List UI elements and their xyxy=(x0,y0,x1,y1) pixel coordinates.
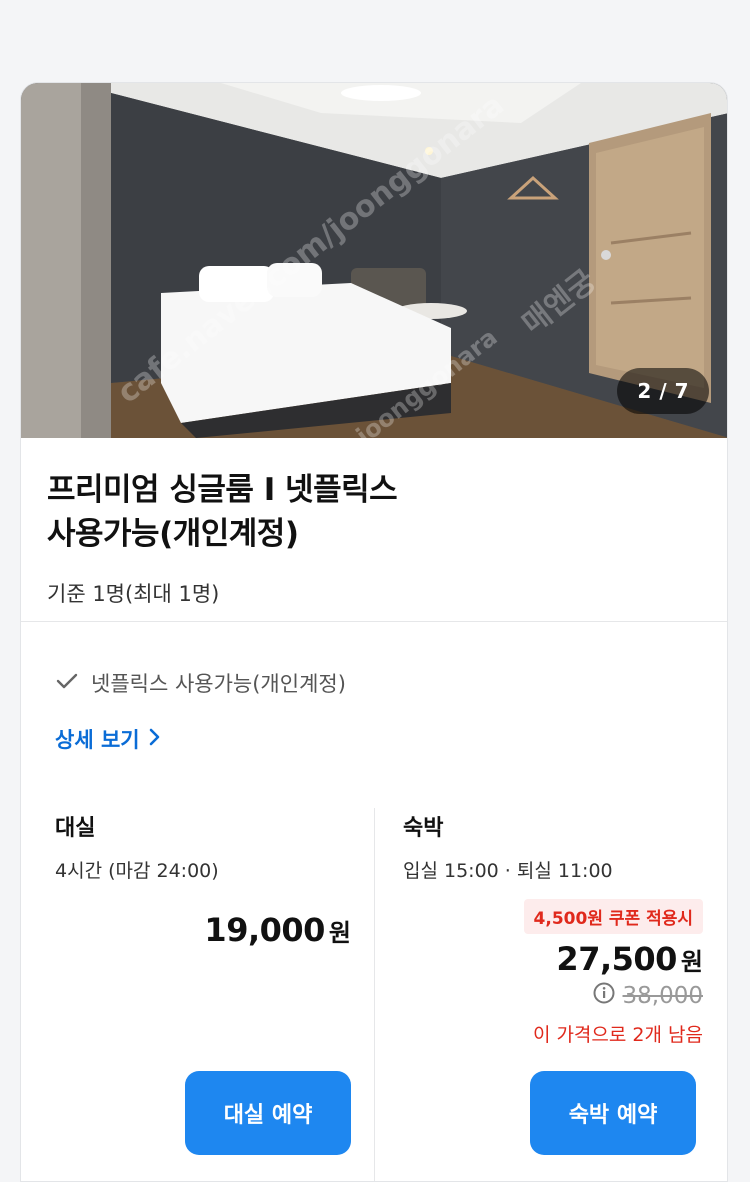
rental-title: 대실 xyxy=(55,816,96,841)
photo-counter-separator: / xyxy=(659,379,667,403)
chevron-right-icon xyxy=(148,727,162,752)
stay-price-unit: 원 xyxy=(680,948,703,976)
photo-counter-current: 2 xyxy=(637,379,652,403)
original-price: 38,000 xyxy=(593,982,703,1010)
remaining-count: 이 가격으로 2개 남음 xyxy=(532,1024,703,1046)
info-circle-icon[interactable] xyxy=(593,982,615,1010)
detail-view-label: 상세 보기 xyxy=(55,728,140,752)
room-title-line2: 사용가능(개인계정) xyxy=(47,516,299,552)
section-divider xyxy=(21,621,727,622)
detail-view-link[interactable]: 상세 보기 xyxy=(55,724,162,754)
room-card: cafe.naver.com/joonggonara 매엔궁 joonggona… xyxy=(20,82,728,1182)
rental-option: 대실 4시간 (마감 24:00) 19,000 원 xyxy=(55,810,351,949)
stay-title: 숙박 xyxy=(403,816,444,841)
rental-price-unit: 원 xyxy=(328,919,351,947)
room-title-block: 프리미엄 싱글룸 I 넷플릭스 사용가능(개인계정) 기준 1명(최대 1명) xyxy=(47,468,707,608)
stay-info: 입실 15:00 · 퇴실 11:00 xyxy=(403,860,613,882)
original-price-value: 38,000 xyxy=(622,983,703,1009)
room-capacity: 기준 1명(최대 1명) xyxy=(47,582,220,606)
stay-reserve-button[interactable]: 숙박 예약 xyxy=(530,1071,696,1155)
amenity-item: 넷플릭스 사용가능(개인계정) xyxy=(55,668,346,698)
coupon-badge: 4,500원 쿠폰 적용시 xyxy=(523,899,703,934)
rental-price-amount: 19,000 xyxy=(204,911,325,949)
check-icon xyxy=(55,669,79,698)
rental-info: 4시간 (마감 24:00) xyxy=(55,860,219,882)
original-price-row: 38,000 xyxy=(403,982,703,1010)
coupon-row: 4,500원 쿠폰 적용시 xyxy=(403,899,703,934)
room-photo[interactable]: cafe.naver.com/joonggonara 매엔궁 joonggona… xyxy=(21,83,727,438)
rental-price: 19,000 원 xyxy=(55,911,351,949)
amenity-text: 넷플릭스 사용가능(개인계정) xyxy=(91,672,346,696)
stay-price-amount: 27,500 xyxy=(556,940,677,978)
column-divider xyxy=(374,808,375,1181)
room-title-line1: 프리미엄 싱글룸 I 넷플릭스 xyxy=(47,472,398,508)
photo-counter: 2 / 7 xyxy=(617,368,709,414)
room-title: 프리미엄 싱글룸 I 넷플릭스 사용가능(개인계정) xyxy=(47,468,707,556)
photo-counter-total: 7 xyxy=(674,379,689,403)
stay-option: 숙박 입실 15:00 · 퇴실 11:00 4,500원 쿠폰 적용시 27,… xyxy=(403,810,703,1047)
rental-reserve-button[interactable]: 대실 예약 xyxy=(185,1071,351,1155)
remaining-row: 이 가격으로 2개 남음 xyxy=(403,1020,703,1047)
stay-price: 27,500 원 xyxy=(403,940,703,978)
